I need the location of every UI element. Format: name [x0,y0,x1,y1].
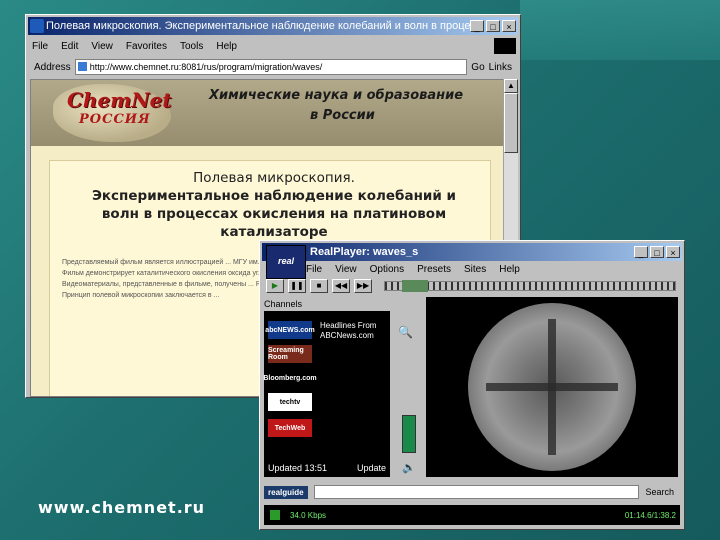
menu-help[interactable]: Help [499,264,520,275]
field-microscopy-image [468,303,636,471]
article-title: Полевая микроскопия. Экспериментальное н… [74,169,474,241]
menu-file[interactable]: File [306,264,322,275]
close-button[interactable]: × [666,246,680,258]
menu-options[interactable]: Options [370,264,404,275]
search-button[interactable]: Search [645,487,674,497]
article-title-line: Экспериментальное наблюдение колебаний и [91,188,456,204]
realplayer-title-bar: RealPlayer: waves_s _ □ × [262,243,682,261]
update-button[interactable]: Update [357,463,386,473]
menu-presets[interactable]: Presets [417,264,451,275]
minimize-button[interactable]: _ [634,246,648,258]
bitrate-text: 34.0 Kbps [290,510,327,520]
transport-controls: ▶ ❚❚ ■ ◀◀ ▶▶ [262,277,682,295]
logo-subtext: РОССИЯ [79,112,151,127]
updated-text: Updated 13:51 [268,463,328,473]
browser-title-bar: Полевая микроскопия. Экспериментальное н… [28,17,518,35]
channel-techweb[interactable]: TechWeb [268,419,312,437]
pause-button[interactable]: ❚❚ [288,279,306,293]
address-bar: Address http://www.chemnet.ru:8081/rus/p… [28,57,518,77]
site-banner: ChemNet РОССИЯ Химические наука и образо… [31,80,505,146]
logo-text: ChemNet [67,88,172,112]
article-title-line: катализаторе [220,224,328,240]
channel-techtv[interactable]: techtv [268,393,312,411]
seek-slider[interactable] [384,280,676,292]
speaker-icon[interactable]: 🔈 [402,461,416,474]
channels-label: Channels [264,299,303,309]
zoom-icon[interactable]: 🔍 [398,325,413,339]
scroll-up-icon[interactable]: ▲ [504,79,518,93]
ie-icon [30,19,44,33]
maximize-button[interactable]: □ [650,246,664,258]
channel-bloomberg[interactable]: Bloomberg.com [263,369,317,387]
slide-footer-url: www.chemnet.ru [38,498,206,517]
search-input[interactable] [313,485,640,499]
slide-decoration [520,0,720,60]
address-input[interactable]: http://www.chemnet.ru:8081/rus/program/m… [74,59,468,75]
scroll-thumb[interactable] [504,93,518,153]
seek-thumb[interactable] [402,280,429,292]
article-title-line: волн в процессах окисления на платиновом [101,206,447,222]
wave-front-vertical [548,319,556,455]
side-controls: 🔍 🔈 [396,311,424,477]
links-button[interactable]: Links [489,62,512,73]
real-logo[interactable]: real [266,245,306,279]
maximize-button[interactable]: □ [486,20,500,32]
realguide-bar: realguide Search [264,483,680,501]
banner-subtitle: в России [310,108,375,123]
menu-sites[interactable]: Sites [464,264,486,275]
article-title-line: Полевая микроскопия. [193,170,355,186]
address-value: http://www.chemnet.ru:8081/rus/program/m… [89,62,323,72]
menu-file[interactable]: File [32,41,48,52]
go-button[interactable]: Go [471,62,484,73]
realplayer-window: real RealPlayer: waves_s _ □ × File View… [259,240,685,530]
banner-title: Химические наука и образование [209,88,464,103]
stop-button[interactable]: ■ [310,279,328,293]
channel-abcnews[interactable]: abcNEWS.com [265,321,315,339]
realplayer-title: RealPlayer: waves_s [310,246,419,258]
menu-edit[interactable]: Edit [61,41,78,52]
video-display[interactable] [426,297,678,477]
page-icon [77,62,87,71]
menu-view[interactable]: View [335,264,357,275]
menu-favorites[interactable]: Favorites [126,41,167,52]
ie-throbber-icon [494,38,516,54]
browser-menu-bar: File Edit View Favorites Tools Help [28,37,518,55]
rewind-button[interactable]: ◀◀ [332,279,350,293]
realguide-button[interactable]: realguide [264,485,308,499]
address-label: Address [34,61,71,73]
time-readout: 01:14.6/1:38.2 [624,510,676,520]
signal-icon [270,510,280,520]
menu-help[interactable]: Help [216,41,237,52]
channels-panel: abcNEWS.com Screaming Room Bloomberg.com… [263,311,390,477]
realplayer-menu-bar: File View Options Presets Sites Help [306,261,682,277]
menu-tools[interactable]: Tools [180,41,203,52]
browser-title: Полевая микроскопия. Экспериментальное н… [46,20,470,32]
volume-slider[interactable] [402,415,416,453]
close-button[interactable]: × [502,20,516,32]
status-bar: 34.0 Kbps 01:14.6/1:38.2 [264,505,680,525]
headline-text[interactable]: Headlines From ABCNews.com [320,321,386,341]
channel-screaming-room[interactable]: Screaming Room [268,345,312,363]
play-button[interactable]: ▶ [266,279,284,293]
minimize-button[interactable]: _ [470,20,484,32]
menu-view[interactable]: View [91,41,113,52]
fast-forward-button[interactable]: ▶▶ [354,279,372,293]
